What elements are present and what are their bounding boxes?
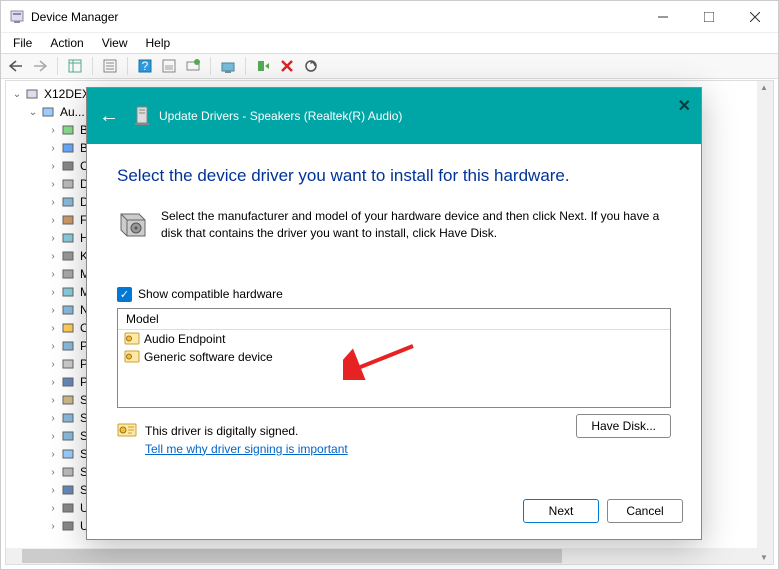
model-list-header[interactable]: Model — [118, 309, 670, 330]
vertical-scrollbar[interactable] — [757, 81, 773, 564]
update-driver-button[interactable] — [217, 55, 239, 77]
signed-text: This driver is digitally signed. — [145, 422, 348, 440]
menu-help[interactable]: Help — [138, 34, 179, 52]
signing-link[interactable]: Tell me why driver signing is important — [145, 442, 348, 456]
back-button[interactable] — [5, 55, 27, 77]
titlebar: Device Manager — [1, 1, 778, 33]
menu-action[interactable]: Action — [42, 34, 91, 52]
compatible-label: Show compatible hardware — [138, 287, 283, 301]
signed-icon — [117, 422, 137, 438]
uninstall-button[interactable] — [276, 55, 298, 77]
tb-icon-5[interactable] — [158, 55, 180, 77]
next-button[interactable]: Next — [523, 499, 599, 523]
toolbar: ? — [1, 53, 778, 79]
dialog-heading: Select the device driver you want to ins… — [117, 166, 671, 186]
svg-text:?: ? — [142, 59, 149, 73]
update-drivers-dialog: ← Update Drivers - Speakers (Realtek(R) … — [86, 87, 702, 540]
dialog-info-text: Select the manufacturer and model of you… — [161, 208, 671, 242]
model-list[interactable]: Model Audio EndpointGeneric software dev… — [117, 308, 671, 408]
device-icon — [133, 106, 151, 126]
dialog-close-button[interactable]: ✕ — [678, 96, 691, 116]
scan-hardware-button[interactable] — [300, 55, 322, 77]
model-list-item[interactable]: Generic software device — [118, 348, 670, 366]
menu-view[interactable]: View — [94, 34, 136, 52]
window-title: Device Manager — [31, 10, 640, 24]
app-icon — [9, 9, 25, 25]
show-hide-tree-button[interactable] — [64, 55, 86, 77]
cancel-button[interactable]: Cancel — [607, 499, 683, 523]
menu-file[interactable]: File — [5, 34, 40, 52]
compatible-checkbox[interactable]: ✓ — [117, 287, 132, 302]
maximize-button[interactable] — [686, 1, 732, 33]
menubar: File Action View Help — [1, 33, 778, 53]
tb-icon-6[interactable] — [182, 55, 204, 77]
dialog-back-button[interactable]: ← — [99, 105, 119, 128]
dialog-header: ← Update Drivers - Speakers (Realtek(R) … — [87, 88, 701, 144]
hardware-icon — [117, 208, 149, 240]
model-list-item[interactable]: Audio Endpoint — [118, 330, 670, 348]
close-button[interactable] — [732, 1, 778, 33]
forward-button[interactable] — [29, 55, 51, 77]
enable-button[interactable] — [252, 55, 274, 77]
properties-button[interactable] — [99, 55, 121, 77]
dialog-title: Update Drivers - Speakers (Realtek(R) Au… — [159, 109, 402, 123]
have-disk-button[interactable]: Have Disk... — [576, 414, 671, 438]
help-button[interactable]: ? — [134, 55, 156, 77]
minimize-button[interactable] — [640, 1, 686, 33]
horizontal-scrollbar[interactable] — [6, 548, 758, 564]
